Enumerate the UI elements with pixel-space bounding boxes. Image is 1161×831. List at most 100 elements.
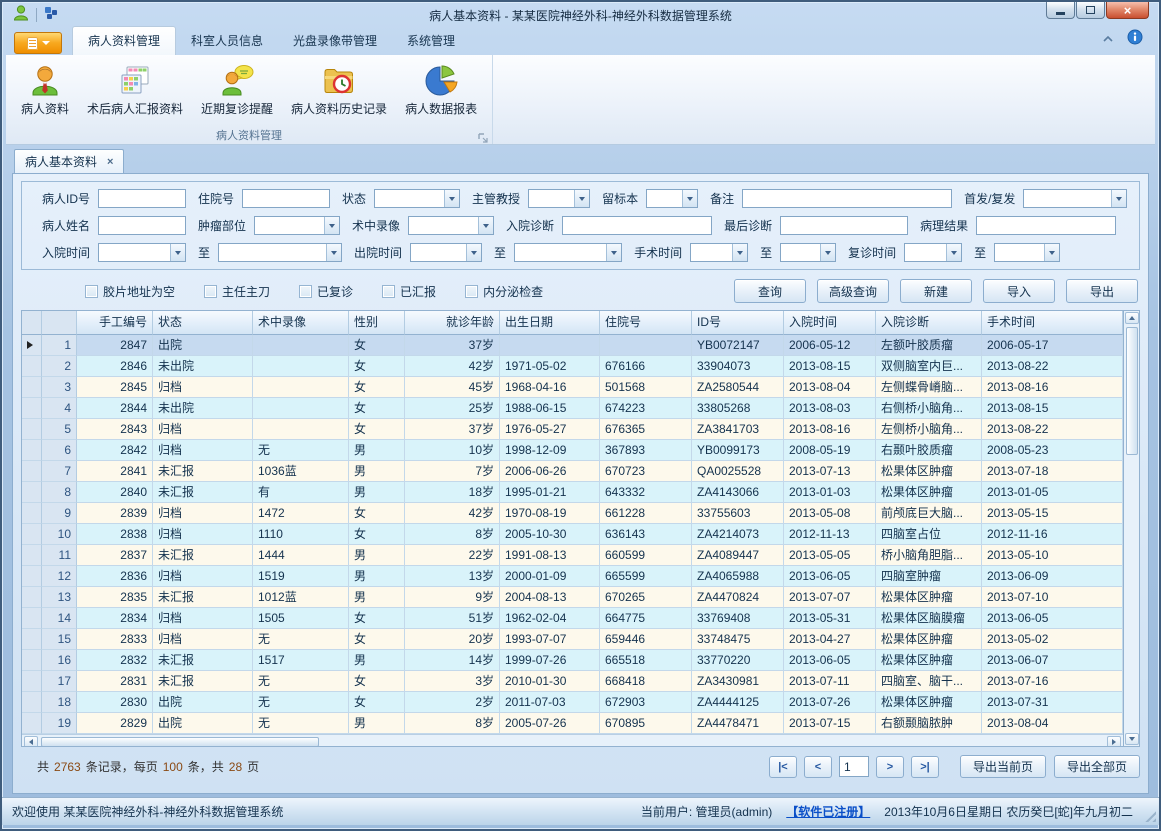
table-row[interactable]: 122836归档1519男13岁2000-01-09665599ZA406598… — [22, 566, 1123, 587]
revisit-date-to-select[interactable] — [994, 243, 1060, 262]
patient-record-button[interactable]: 病人资料 — [12, 58, 78, 121]
table-row[interactable]: 102838归档1110女8岁2005-10-30636143ZA4214073… — [22, 524, 1123, 545]
table-row[interactable]: 112837未汇报1444男22岁1991-08-13660599ZA40894… — [22, 545, 1123, 566]
history-record-button[interactable]: 病人资料历史记录 — [282, 58, 396, 121]
column-header-birth-date[interactable]: 出生日期 — [500, 311, 600, 335]
table-row[interactable]: 42844未出院女25岁1988-06-15674223338052682013… — [22, 398, 1123, 419]
table-row[interactable]: 12847出院女37岁YB00721472006-05-12左额叶胶质瘤2006… — [22, 335, 1123, 356]
patient-id-input[interactable] — [98, 189, 186, 208]
column-header-admission-no[interactable]: 住院号 — [600, 311, 692, 335]
surgery-video-select[interactable] — [408, 216, 494, 235]
column-header-visit-age[interactable]: 就诊年龄 — [405, 311, 500, 335]
endocrine-exam-checkbox[interactable]: 内分泌检查 — [465, 283, 543, 300]
export-button[interactable]: 导出 — [1066, 279, 1138, 303]
discharge-date-to-select[interactable] — [514, 243, 622, 262]
revisit-reminder-button[interactable]: 近期复诊提醒 — [192, 58, 282, 121]
admit-date-to-select[interactable] — [218, 243, 342, 262]
first-page-button[interactable]: |< — [769, 756, 797, 778]
status-select[interactable] — [374, 189, 460, 208]
final-diagnosis-input[interactable] — [780, 216, 908, 235]
layout-grid-icon[interactable] — [43, 5, 59, 26]
surgery-date-to-select[interactable] — [780, 243, 836, 262]
column-header-row-number[interactable] — [42, 311, 77, 335]
column-header-admission-diagnosis[interactable]: 入院诊断 — [876, 311, 982, 335]
table-row[interactable]: 62842归档无男10岁1998-12-09367893YB0099173200… — [22, 440, 1123, 461]
column-header-id-no[interactable]: ID号 — [692, 311, 784, 335]
horizontal-scrollbar[interactable] — [22, 734, 1123, 746]
import-button[interactable]: 导入 — [983, 279, 1055, 303]
export-current-page-button[interactable]: 导出当前页 — [960, 755, 1046, 778]
postop-report-button[interactable]: 术后病人汇报资料 — [78, 58, 192, 121]
tab-close-icon[interactable]: × — [107, 156, 113, 168]
table-row[interactable]: 82840未汇报有男18岁1995-01-21643332ZA414306620… — [22, 482, 1123, 503]
tab-patient-basic-info[interactable]: 病人基本资料 × — [14, 149, 124, 173]
export-all-pages-button[interactable]: 导出全部页 — [1054, 755, 1140, 778]
table-row[interactable]: 72841未汇报1036蓝男7岁2006-06-26670723QA002552… — [22, 461, 1123, 482]
last-page-button[interactable]: >| — [911, 756, 939, 778]
admission-no-input[interactable] — [242, 189, 330, 208]
revisited-checkbox[interactable]: 已复诊 — [299, 283, 353, 300]
ribbon-tab-4[interactable]: 系统管理 — [392, 27, 470, 55]
professor-select[interactable] — [528, 189, 590, 208]
scroll-left-icon[interactable] — [24, 736, 38, 747]
table-row[interactable]: 182830出院无女2岁2011-07-03672903ZA4444125201… — [22, 692, 1123, 713]
maximize-button[interactable] — [1076, 2, 1105, 19]
prev-page-button[interactable]: < — [804, 756, 832, 778]
minimize-button[interactable] — [1046, 2, 1075, 19]
scroll-up-icon[interactable] — [1125, 312, 1139, 324]
column-header-surgery-video[interactable]: 术中录像 — [253, 311, 349, 335]
next-page-button[interactable]: > — [876, 756, 904, 778]
tumor-site-select[interactable] — [254, 216, 340, 235]
data-report-button[interactable]: 病人数据报表 — [396, 58, 486, 121]
revisit-date-from-select[interactable] — [904, 243, 962, 262]
dialog-launcher-icon[interactable] — [478, 130, 488, 140]
page-number-input[interactable] — [839, 756, 869, 777]
patient-name-input[interactable] — [98, 216, 186, 235]
table-row[interactable]: 142834归档1505女51岁1962-02-0466477533769408… — [22, 608, 1123, 629]
reported-checkbox[interactable]: 已汇报 — [382, 283, 436, 300]
table-row[interactable]: 172831未汇报无女3岁2010-01-30668418ZA343098120… — [22, 671, 1123, 692]
cell-surgery-video: 1472 — [253, 503, 349, 524]
column-header-admission-date[interactable]: 入院时间 — [784, 311, 876, 335]
discharge-date-from-select[interactable] — [410, 243, 482, 262]
table-row[interactable]: 32845归档女45岁1968-04-16501568ZA25805442013… — [22, 377, 1123, 398]
advanced-query-button[interactable]: 高级查询 — [817, 279, 889, 303]
scroll-down-icon[interactable] — [1125, 733, 1139, 745]
column-header-surgery-date[interactable]: 手术时间 — [982, 311, 1123, 335]
admission-diagnosis-input[interactable] — [562, 216, 712, 235]
scroll-right-icon[interactable] — [1107, 736, 1121, 747]
column-header-row-selector[interactable] — [22, 311, 42, 335]
new-button[interactable]: 新建 — [900, 279, 972, 303]
admit-date-from-select[interactable] — [98, 243, 186, 262]
registration-status-link[interactable]: 【软件已注册】 — [786, 803, 870, 820]
horizontal-scroll-thumb[interactable] — [41, 737, 319, 747]
table-row[interactable]: 192829出院无男8岁2005-07-26670895ZA4478471201… — [22, 713, 1123, 734]
collapse-ribbon-icon[interactable] — [1101, 31, 1115, 49]
close-button[interactable]: × — [1106, 2, 1149, 19]
ribbon-tab-2[interactable]: 科室人员信息 — [176, 27, 278, 55]
column-header-manual-no[interactable]: 手工编号 — [77, 311, 153, 335]
pathology-result-input[interactable] — [976, 216, 1116, 235]
table-row[interactable]: 152833归档无女20岁1993-07-0765944633748475201… — [22, 629, 1123, 650]
query-button[interactable]: 查询 — [734, 279, 806, 303]
ribbon-tab-3[interactable]: 光盘录像带管理 — [278, 27, 392, 55]
table-row[interactable]: 52843归档女37岁1976-05-27676365ZA38417032013… — [22, 419, 1123, 440]
first-or-recur-select[interactable] — [1023, 189, 1127, 208]
table-row[interactable]: 132835未汇报1012蓝男9岁2004-08-13670265ZA44708… — [22, 587, 1123, 608]
film-address-empty-checkbox[interactable]: 胶片地址为空 — [85, 283, 175, 300]
chief-surgeon-checkbox[interactable]: 主任主刀 — [204, 283, 270, 300]
surgery-date-from-select[interactable] — [690, 243, 748, 262]
info-icon[interactable] — [1127, 29, 1143, 50]
specimen-select[interactable] — [646, 189, 698, 208]
table-row[interactable]: 162832未汇报1517男14岁1999-07-266655183377022… — [22, 650, 1123, 671]
application-menu-button[interactable] — [14, 32, 62, 54]
remark-input[interactable] — [742, 189, 952, 208]
table-row[interactable]: 92839归档1472女42岁1970-08-19661228337556032… — [22, 503, 1123, 524]
table-row[interactable]: 22846未出院女42岁1971-05-02676166339040732013… — [22, 356, 1123, 377]
app-logo-icon[interactable] — [12, 4, 30, 27]
vertical-scrollbar[interactable] — [1123, 311, 1139, 746]
column-header-status[interactable]: 状态 — [153, 311, 253, 335]
vertical-scroll-thumb[interactable] — [1126, 327, 1138, 455]
column-header-gender[interactable]: 性别 — [349, 311, 405, 335]
ribbon-tab-1[interactable]: 病人资料管理 — [72, 26, 176, 55]
